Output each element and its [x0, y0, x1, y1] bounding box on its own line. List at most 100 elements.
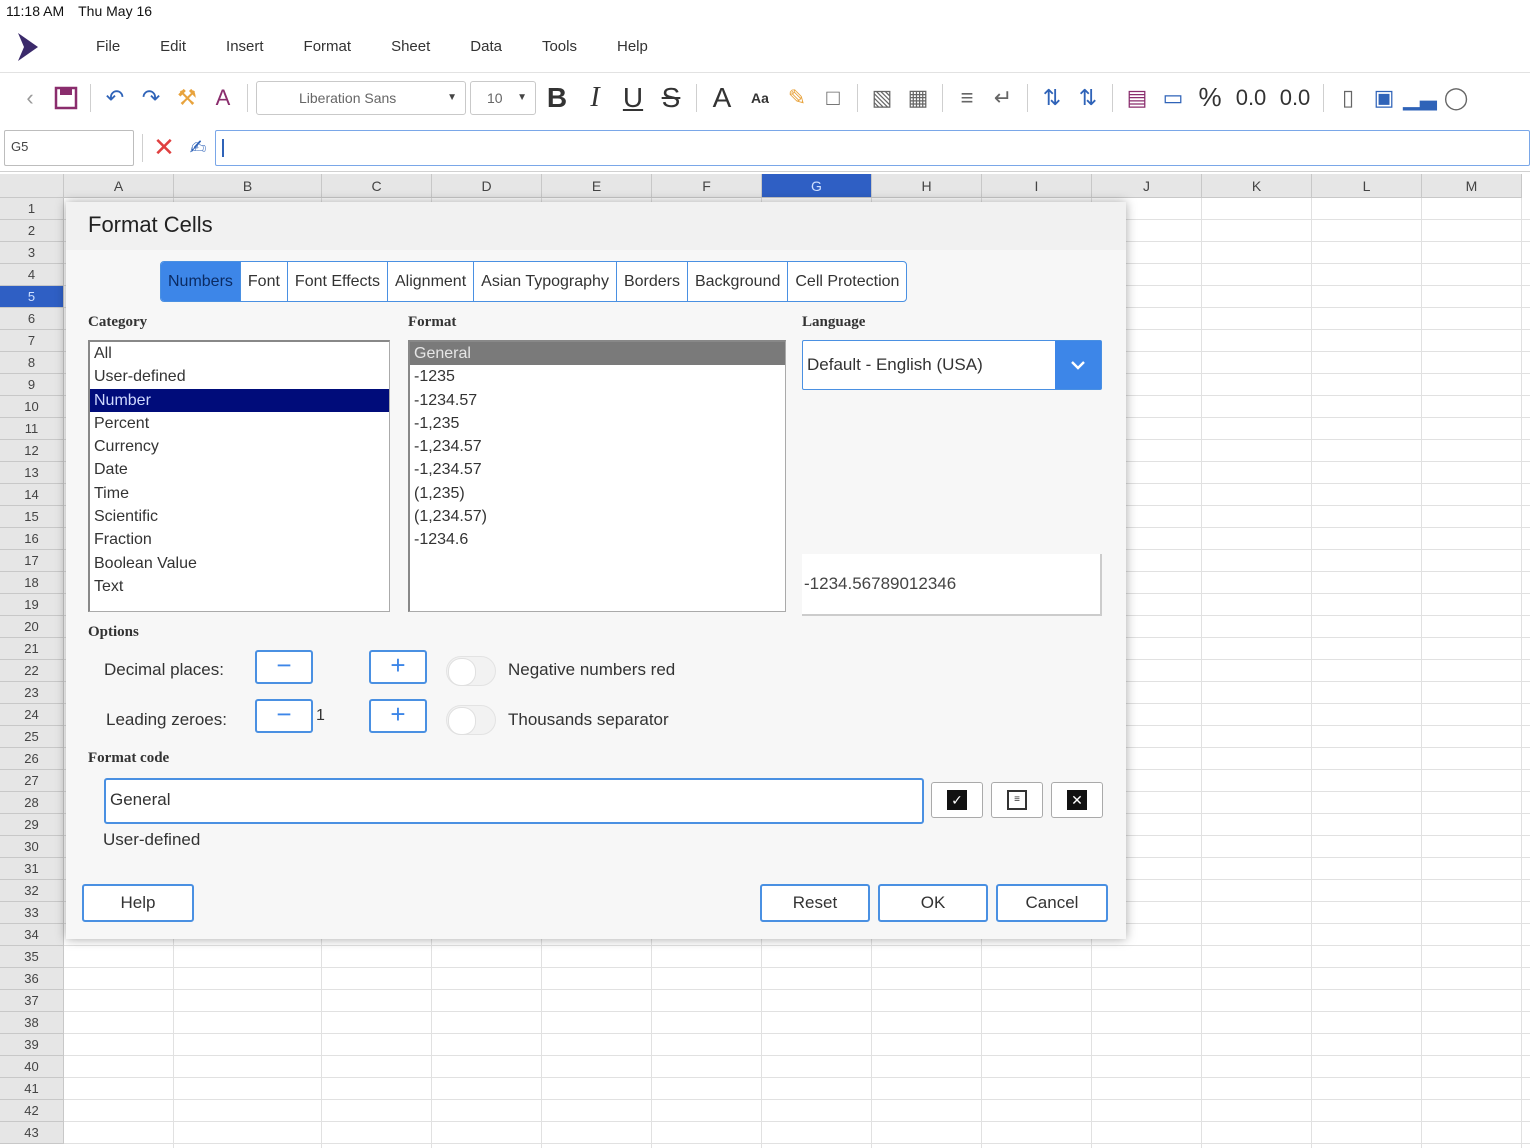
border-icon[interactable]: □: [817, 80, 849, 116]
column-header-g[interactable]: G: [762, 174, 872, 198]
wrap-text-icon[interactable]: ↵: [987, 80, 1019, 116]
column-header-b[interactable]: B: [174, 174, 322, 198]
menu-item-sheet[interactable]: Sheet: [371, 32, 450, 62]
row-header-11[interactable]: 11: [0, 418, 64, 440]
tab-numbers[interactable]: Numbers: [161, 262, 241, 301]
delete-decimal-button[interactable]: 0.0: [1275, 85, 1315, 111]
format-item[interactable]: General: [410, 342, 785, 366]
strikethrough-button[interactable]: S: [654, 82, 688, 114]
shapes-icon[interactable]: ◯: [1440, 80, 1472, 116]
formula-wizard-icon[interactable]: ✍: [181, 131, 215, 165]
row-header-12[interactable]: 12: [0, 440, 64, 462]
row-header-31[interactable]: 31: [0, 858, 64, 880]
row-header-29[interactable]: 29: [0, 814, 64, 836]
leading-zeroes-minus-button[interactable]: −: [255, 699, 313, 733]
delete-format-button[interactable]: ✕: [1051, 782, 1103, 818]
row-header-5[interactable]: 5: [0, 286, 64, 308]
category-listbox[interactable]: All User-defined Number Percent Currency Date…: [88, 340, 390, 612]
row-header-42[interactable]: 42: [0, 1100, 64, 1122]
column-header-i[interactable]: I: [982, 174, 1092, 198]
menu-item-edit[interactable]: Edit: [140, 32, 206, 62]
row-header-36[interactable]: 36: [0, 968, 64, 990]
decimal-places-minus-button[interactable]: −: [255, 650, 313, 684]
row-header-30[interactable]: 30: [0, 836, 64, 858]
category-item[interactable]: Fraction: [90, 528, 389, 551]
row-header-37[interactable]: 37: [0, 990, 64, 1012]
column-header-f[interactable]: F: [652, 174, 762, 198]
format-item[interactable]: -1234.57: [410, 389, 785, 412]
column-header-a[interactable]: A: [64, 174, 174, 198]
row-header-6[interactable]: 6: [0, 308, 64, 330]
change-case-button[interactable]: Aa: [743, 90, 777, 106]
sort-descending-icon[interactable]: ⇅: [1072, 80, 1104, 116]
column-header-m[interactable]: M: [1422, 174, 1522, 198]
category-item[interactable]: Currency: [90, 435, 389, 458]
row-header-8[interactable]: 8: [0, 352, 64, 374]
tab-font[interactable]: Font: [241, 262, 288, 301]
help-button[interactable]: Help: [82, 884, 194, 922]
row-header-9[interactable]: 9: [0, 374, 64, 396]
row-header-22[interactable]: 22: [0, 660, 64, 682]
border-style-icon[interactable]: ▧: [866, 80, 898, 116]
font-size-combo[interactable]: 10 ▼: [470, 80, 536, 115]
row-header-43[interactable]: 43: [0, 1122, 64, 1144]
column-header-e[interactable]: E: [542, 174, 652, 198]
tab-font-effects[interactable]: Font Effects: [288, 262, 388, 301]
image-icon[interactable]: ▣: [1368, 80, 1400, 116]
row-header-4[interactable]: 4: [0, 264, 64, 286]
format-item[interactable]: (1,234.57): [410, 505, 785, 528]
cancel-button[interactable]: Cancel: [996, 884, 1108, 922]
row-header-32[interactable]: 32: [0, 880, 64, 902]
align-icon[interactable]: ≡: [951, 80, 983, 116]
category-item[interactable]: Scientific: [90, 505, 389, 528]
tab-alignment[interactable]: Alignment: [388, 262, 475, 301]
autofilter-icon[interactable]: ▤: [1121, 80, 1153, 116]
tab-cell-protection[interactable]: Cell Protection: [788, 262, 906, 301]
column-header-l[interactable]: L: [1312, 174, 1422, 198]
name-box[interactable]: G5: [4, 129, 134, 166]
leading-zeroes-plus-button[interactable]: +: [369, 699, 427, 733]
chart-icon[interactable]: ▁▃: [1403, 80, 1437, 116]
clone-formatting-icon[interactable]: ⚒: [171, 80, 203, 116]
category-item[interactable]: Date: [90, 458, 389, 481]
column-header-h[interactable]: H: [872, 174, 982, 198]
formula-input[interactable]: [215, 129, 1530, 166]
menu-item-insert[interactable]: Insert: [206, 32, 284, 62]
format-item[interactable]: -1235: [410, 365, 785, 388]
app-logo-icon[interactable]: [8, 27, 48, 67]
font-name-combo[interactable]: Liberation Sans ▼: [256, 80, 466, 115]
row-header-25[interactable]: 25: [0, 726, 64, 748]
highlight-icon[interactable]: ✎: [781, 80, 813, 116]
row-header-21[interactable]: 21: [0, 638, 64, 660]
tab-borders[interactable]: Borders: [617, 262, 688, 301]
row-header-35[interactable]: 35: [0, 946, 64, 968]
percent-format-button[interactable]: %: [1193, 82, 1227, 113]
sort-ascending-icon[interactable]: ⇅: [1036, 80, 1068, 116]
category-item[interactable]: Percent: [90, 412, 389, 435]
row-header-26[interactable]: 26: [0, 748, 64, 770]
menu-item-help[interactable]: Help: [597, 32, 668, 62]
edit-comment-button[interactable]: ≡: [991, 782, 1043, 818]
negative-red-toggle[interactable]: [446, 656, 496, 686]
row-header-1[interactable]: 1: [0, 198, 64, 220]
category-item[interactable]: Number: [90, 388, 389, 412]
cancel-formula-icon[interactable]: ✕: [147, 131, 181, 165]
category-item[interactable]: Text: [90, 575, 389, 598]
row-header-39[interactable]: 39: [0, 1034, 64, 1056]
row-header-14[interactable]: 14: [0, 484, 64, 506]
row-header-27[interactable]: 27: [0, 770, 64, 792]
save-icon[interactable]: [50, 80, 82, 116]
format-item[interactable]: -1,235: [410, 412, 785, 435]
category-item[interactable]: User-defined: [90, 365, 389, 388]
row-header-28[interactable]: 28: [0, 792, 64, 814]
format-item[interactable]: -1,234.57: [410, 458, 785, 481]
decimal-places-plus-button[interactable]: +: [369, 650, 427, 684]
menu-item-file[interactable]: File: [76, 32, 140, 62]
comment-icon[interactable]: ▯: [1332, 80, 1364, 116]
tab-background[interactable]: Background: [688, 262, 789, 301]
format-code-input[interactable]: General: [104, 778, 924, 824]
redo-icon[interactable]: ↷: [135, 80, 167, 116]
category-item[interactable]: Time: [90, 482, 389, 505]
language-select[interactable]: Default - English (USA): [802, 340, 1102, 390]
row-header-38[interactable]: 38: [0, 1012, 64, 1034]
